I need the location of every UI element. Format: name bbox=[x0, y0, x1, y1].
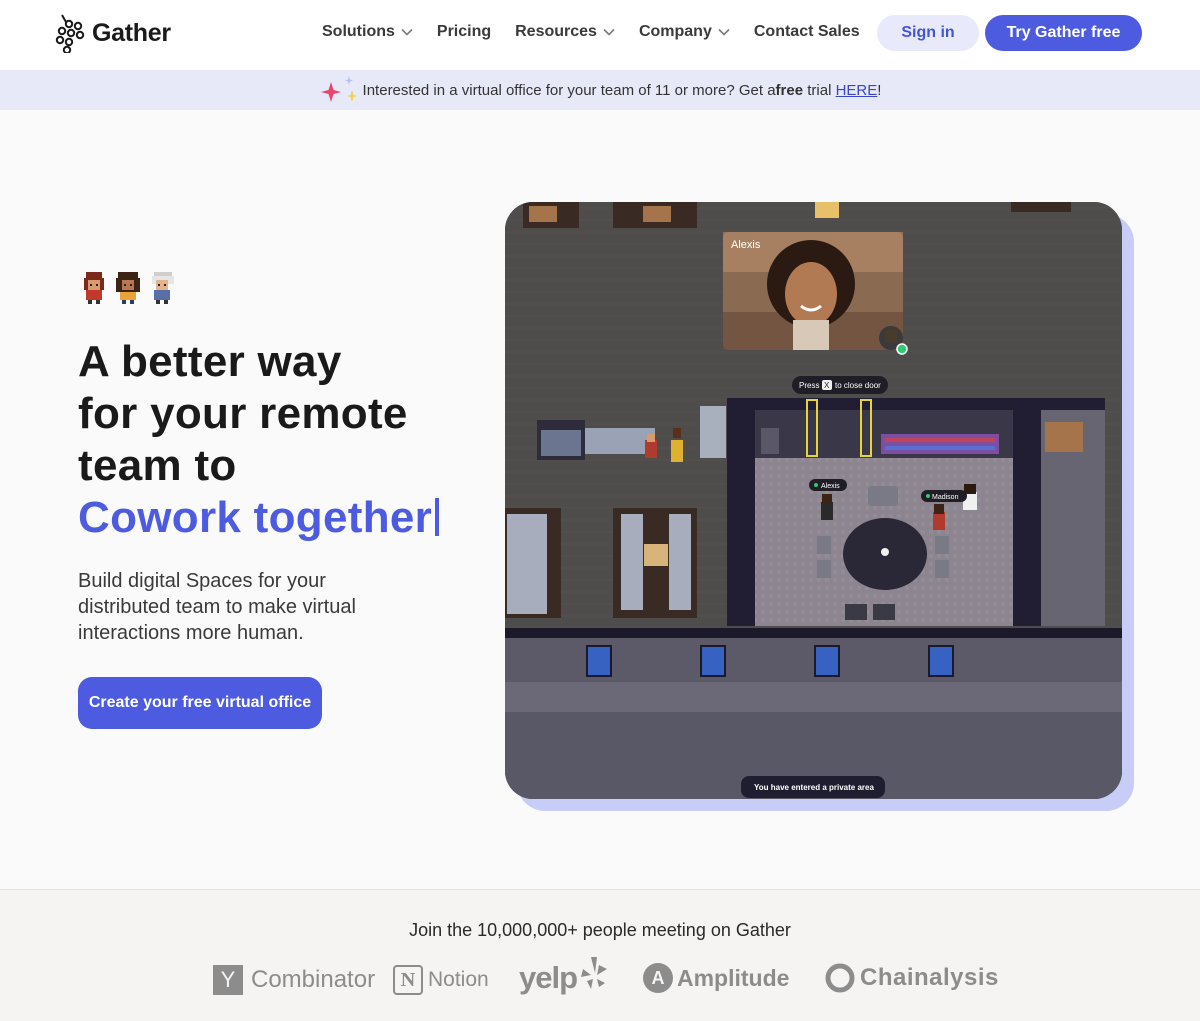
yelp-logo: yelp bbox=[519, 957, 609, 996]
ycombinator-mark: Y bbox=[213, 965, 243, 995]
social-proof-title: Join the 10,000,000+ people meeting on G… bbox=[409, 920, 791, 940]
gather-logo[interactable]: Gather bbox=[54, 13, 171, 53]
avatar bbox=[116, 272, 140, 304]
banner-text-end: ! bbox=[877, 81, 882, 99]
nav-contact-sales-label: Contact Sales bbox=[753, 23, 860, 40]
nav-pricing[interactable]: Pricing bbox=[437, 23, 491, 41]
gather-logo-icon bbox=[55, 14, 85, 53]
amplitude-mark: A bbox=[643, 963, 673, 993]
banner-link[interactable]: HERE bbox=[836, 82, 878, 99]
press-hint-post: to close door bbox=[835, 381, 881, 390]
hero-subtitle: Build digital Spaces for your distribute… bbox=[78, 570, 356, 644]
hero-line-1: A better way bbox=[78, 337, 342, 386]
chainalysis-text: Chainalysis bbox=[860, 964, 999, 991]
notion-mark: N bbox=[393, 965, 423, 995]
ycombinator-text: Combinator bbox=[251, 966, 376, 993]
notion-text: Notion bbox=[428, 968, 489, 991]
top-nav: Gather Solutions Pricing Resources Compa… bbox=[0, 0, 1200, 70]
banner-text: Interested in a virtual office for your … bbox=[362, 81, 776, 99]
nav-links: Solutions Pricing Resources Company Cont… bbox=[322, 23, 884, 41]
player-tag-madison: Madison bbox=[932, 494, 959, 501]
game-map: Alexis Madison Press X to close door You… bbox=[505, 202, 1122, 799]
social-proof: Join the 10,000,000+ people meeting on G… bbox=[0, 889, 1200, 1021]
chainalysis-logo: Chainalysis bbox=[825, 963, 999, 993]
promo-banner: Interested in a virtual office for your … bbox=[0, 70, 1200, 110]
player-tag-alexis: Alexis bbox=[821, 483, 840, 490]
nav-pricing-label: Pricing bbox=[436, 23, 492, 40]
banner-bold: free bbox=[775, 81, 804, 99]
chevron-down-icon bbox=[603, 28, 615, 36]
game-view: Alexis Madison Press X to close door You… bbox=[505, 202, 1122, 799]
ycombinator-logo: Y Combinator bbox=[213, 965, 375, 995]
nav-resources-label: Resources bbox=[515, 23, 597, 40]
amplitude-logo: A Amplitude bbox=[643, 963, 789, 993]
notion-logo: N Notion bbox=[393, 965, 489, 995]
avatar bbox=[84, 272, 104, 304]
hero-accent: Cowork together bbox=[78, 493, 433, 542]
chainalysis-icon bbox=[825, 963, 855, 993]
hero-line-3: team to bbox=[78, 441, 237, 490]
sparkle-icon bbox=[320, 76, 357, 102]
sign-in-button[interactable]: Sign in bbox=[877, 15, 979, 51]
brand-name: Gather bbox=[92, 18, 171, 47]
hero-headline: A better way for your remote team to Cow… bbox=[78, 336, 440, 544]
create-office-button[interactable]: Create your free virtual office bbox=[78, 677, 322, 729]
yelp-burst-icon bbox=[581, 957, 608, 989]
nav-solutions-label: Solutions bbox=[322, 23, 395, 40]
nav-solutions[interactable]: Solutions bbox=[322, 23, 413, 41]
avatar-group bbox=[80, 272, 176, 304]
yelp-text: yelp bbox=[519, 960, 578, 995]
chevron-down-icon bbox=[718, 28, 730, 36]
nav-company-label: Company bbox=[638, 23, 712, 40]
amplitude-text: Amplitude bbox=[677, 964, 790, 991]
press-hint-pre: Press bbox=[799, 381, 819, 390]
video-name: Alexis bbox=[731, 239, 761, 251]
try-free-button[interactable]: Try Gather free bbox=[985, 15, 1142, 51]
typing-cursor bbox=[435, 498, 440, 536]
nav-resources[interactable]: Resources bbox=[515, 23, 615, 41]
avatar bbox=[152, 272, 174, 304]
private-area-toast: You have entered a private area bbox=[754, 783, 874, 792]
product-screenshot: Alexis Madison Press X to close door You… bbox=[505, 202, 1135, 812]
customer-logos: Y Combinator N Notion yelp A Amplitude C… bbox=[0, 957, 1200, 1002]
press-key: X bbox=[824, 381, 830, 390]
nav-company[interactable]: Company bbox=[639, 23, 730, 41]
nav-contact-sales[interactable]: Contact Sales bbox=[754, 23, 860, 41]
hero-line-2: for your remote bbox=[78, 389, 408, 438]
banner-text-mid: trial bbox=[803, 81, 836, 99]
chevron-down-icon bbox=[401, 28, 413, 36]
